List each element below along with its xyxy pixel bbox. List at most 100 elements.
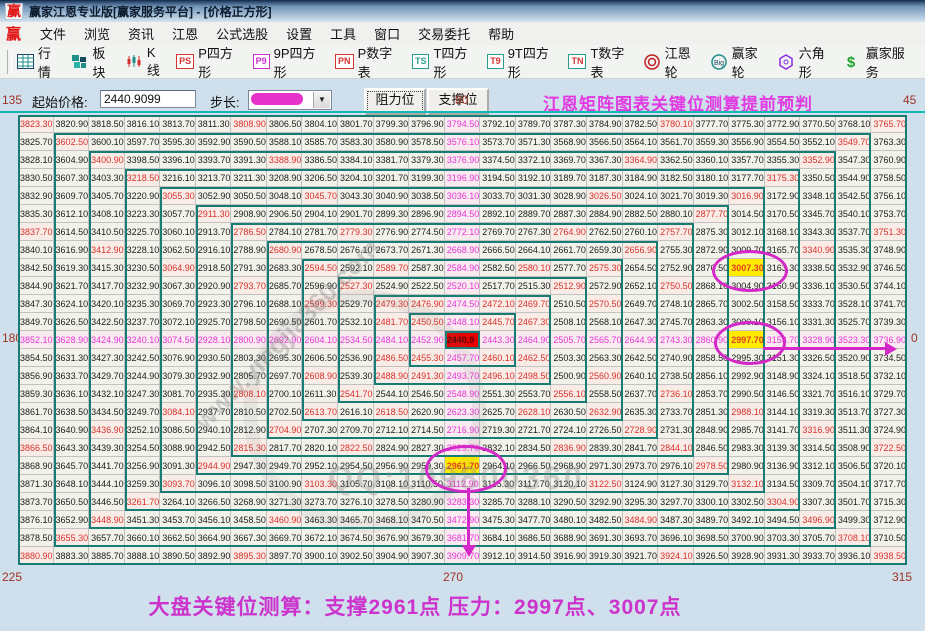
grid-cell: 3093.70 bbox=[160, 475, 196, 493]
grid-cell: 2733.70 bbox=[658, 403, 694, 421]
grid-cell: 3760.90 bbox=[871, 151, 907, 169]
toolbar-button[interactable]: T9 9T四方形 bbox=[487, 43, 559, 81]
grid-cell: 3729.70 bbox=[871, 385, 907, 403]
grid-cell: 2498.50 bbox=[515, 367, 552, 385]
toolbar-button[interactable]: P9 9P四方形 bbox=[252, 43, 326, 81]
grid-cell: 2704.90 bbox=[266, 421, 303, 439]
grid-cell: 3129.70 bbox=[693, 475, 730, 493]
grid-cell: 2709.70 bbox=[338, 421, 374, 439]
grid-cell: 2541.70 bbox=[338, 385, 374, 403]
grid-cell: 3724.90 bbox=[871, 421, 907, 439]
toolbar-button-label: 9P四方形 bbox=[273, 45, 316, 80]
grid-cell: 3496.90 bbox=[800, 511, 836, 529]
grid-cell: 3120.10 bbox=[551, 475, 587, 493]
grid-cell: 3009.70 bbox=[729, 241, 765, 259]
grid-cell: 3628.90 bbox=[53, 331, 90, 349]
grid-cell: 3024.10 bbox=[622, 187, 659, 205]
grid-cell: 3062.50 bbox=[160, 241, 196, 259]
grid-cell: 3369.70 bbox=[551, 151, 587, 169]
grid-cell: 3912.10 bbox=[480, 547, 516, 565]
grid-cell: 2695.30 bbox=[266, 349, 303, 367]
grid-cell: 3448.90 bbox=[89, 511, 125, 529]
grid-cell: 2863.30 bbox=[693, 313, 730, 331]
angle-label-90: 90 bbox=[455, 93, 469, 107]
grid-cell: 2726.50 bbox=[586, 421, 623, 439]
toolbar-button[interactable]: K线 bbox=[126, 45, 167, 79]
grid-cell: 3794.50 bbox=[444, 115, 481, 133]
grid-cell: 3652.90 bbox=[53, 511, 90, 529]
grid-cell: 2992.90 bbox=[729, 367, 765, 385]
grid-cell: 3432.10 bbox=[89, 385, 125, 403]
grid-cell: 2575.30 bbox=[586, 259, 623, 277]
grid-cell: 3595.30 bbox=[160, 133, 196, 151]
grid-cell: 3391.30 bbox=[231, 151, 267, 169]
grid-cell: 3319.30 bbox=[800, 403, 836, 421]
grid-cell: 3547.30 bbox=[835, 151, 872, 169]
grid-cell: 2774.50 bbox=[409, 223, 445, 241]
grid-cell: 2702.50 bbox=[266, 403, 303, 421]
grid-cell: 3028.90 bbox=[551, 187, 587, 205]
grid-cell: 2839.30 bbox=[586, 439, 623, 457]
grid-cell: 3799.30 bbox=[373, 115, 410, 133]
toolbar-button[interactable]: 六角形 bbox=[778, 43, 836, 81]
grid-cell: 3832.90 bbox=[18, 187, 54, 205]
grid-cell: 2959.30 bbox=[409, 457, 445, 475]
grid-cell: 2613.70 bbox=[302, 403, 339, 421]
grid-cell: 3621.70 bbox=[53, 277, 90, 295]
toolbar-button[interactable]: TS T四方形 bbox=[411, 43, 478, 81]
toolbar-button[interactable]: 江恩轮 bbox=[644, 43, 702, 81]
grid-cell: 3187.30 bbox=[586, 169, 623, 187]
chevron-down-icon[interactable]: ▼ bbox=[313, 92, 330, 108]
toolbar-button[interactable]: PN P数字表 bbox=[335, 43, 403, 81]
grid-cell: 2544.10 bbox=[373, 385, 410, 403]
start-price-input[interactable]: 2440.9099 bbox=[100, 90, 196, 108]
grid-cell: 3050.50 bbox=[231, 187, 267, 205]
grid-cell: 2865.70 bbox=[693, 295, 730, 313]
toolbar-button-label: 9T四方形 bbox=[507, 45, 549, 80]
grid-cell: 3278.50 bbox=[373, 493, 410, 511]
grid-cell: 3592.90 bbox=[195, 133, 232, 151]
grid-cell: 2642.50 bbox=[622, 349, 659, 367]
grid-cell: 2829.70 bbox=[444, 439, 481, 457]
grid-cell: 3492.10 bbox=[729, 511, 765, 529]
toolbar-button[interactable]: $ 赢家服务 bbox=[845, 43, 916, 81]
grid-cell: 3900.10 bbox=[302, 547, 339, 565]
grid-cell: 3864.10 bbox=[18, 421, 54, 439]
grid-cell: 3160.90 bbox=[764, 277, 801, 295]
grid-cell: 3648.10 bbox=[53, 475, 90, 493]
grid-cell: 3583.30 bbox=[338, 133, 374, 151]
grid-cell: 3669.70 bbox=[266, 529, 303, 547]
grid-cell: 3590.50 bbox=[231, 133, 267, 151]
toolbar-button[interactable]: 板块 bbox=[71, 43, 116, 81]
grid-cell: 2796.10 bbox=[231, 295, 267, 313]
grid-cell: 2803.30 bbox=[231, 349, 267, 367]
dollar-icon: $ bbox=[845, 54, 861, 71]
grid-cell: 3631.30 bbox=[53, 349, 90, 367]
grid-cell: 3352.90 bbox=[800, 151, 836, 169]
step-dropdown[interactable]: ▼ bbox=[248, 90, 332, 110]
toolbar-button[interactable]: Big 赢家轮 bbox=[711, 43, 769, 81]
grid-cell: 2510.50 bbox=[551, 295, 587, 313]
grid-cell: 3242.50 bbox=[124, 349, 161, 367]
toolbar-button[interactable]: TN T数字表 bbox=[568, 43, 635, 81]
grid-cell: 3686.50 bbox=[515, 529, 552, 547]
grid-cell: 3854.50 bbox=[18, 349, 54, 367]
toolbar-button[interactable]: PS P四方形 bbox=[176, 43, 243, 81]
grid-cell: 2805.70 bbox=[231, 367, 267, 385]
grid-cell: 2904.10 bbox=[302, 205, 339, 223]
grid-cell: 2952.10 bbox=[302, 457, 339, 475]
grid-cell: 2714.50 bbox=[409, 421, 445, 439]
grid-cell: 2786.50 bbox=[231, 223, 267, 241]
toolbar-button-label: K线 bbox=[146, 44, 160, 78]
grid-cell: 3033.70 bbox=[480, 187, 516, 205]
grid-cell: 3362.50 bbox=[658, 151, 694, 169]
grid-cell: 2548.90 bbox=[444, 385, 481, 403]
grid-cell: 3280.90 bbox=[409, 493, 445, 511]
toolbar-button[interactable]: 行情 bbox=[16, 43, 62, 81]
tn-icon: TN bbox=[568, 54, 587, 69]
grid-cell: 3153.70 bbox=[764, 331, 801, 349]
grid-cell: 2476.90 bbox=[409, 295, 445, 313]
grid-cell: 3000.10 bbox=[729, 313, 765, 331]
grid-cell: 3151.30 bbox=[764, 349, 801, 367]
hexagon-icon bbox=[778, 54, 794, 70]
